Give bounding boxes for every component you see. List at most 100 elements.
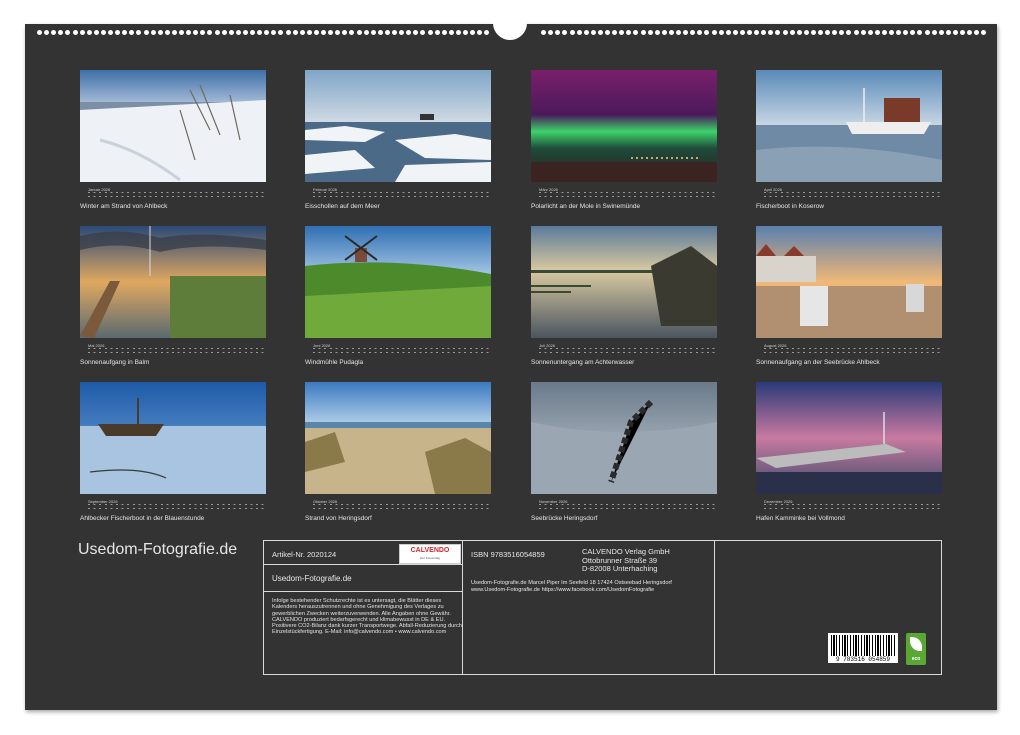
binding-hole [477, 30, 482, 35]
author-address: Usedom-Fotografie.de Marcel Piper Im See… [471, 580, 672, 587]
binding-hole [392, 30, 397, 35]
binding-hole [406, 30, 411, 35]
binding-hole [101, 30, 106, 35]
binding-hole [335, 30, 340, 35]
binding-hole [584, 30, 589, 35]
binding-hole [129, 30, 134, 35]
photo-caption: Windmühle Pudagla [305, 359, 363, 366]
photo-aurora [531, 70, 717, 182]
binding-hole [790, 30, 795, 35]
logo-subtext: Der Fotoverlag [400, 556, 460, 560]
binding-hole [428, 30, 433, 35]
binding-hole [314, 30, 319, 35]
binding-hole [868, 30, 873, 35]
binding-hole [797, 30, 802, 35]
author-info: Usedom-Fotografie.de Marcel Piper Im See… [471, 580, 672, 593]
day-grid [764, 191, 940, 199]
photo-caption: Seebrücke Heringsdorf [531, 515, 597, 522]
binding-hole [825, 30, 830, 35]
binding-hole [548, 30, 553, 35]
binding-hole [371, 30, 376, 35]
binding-hole [676, 30, 681, 35]
binding-hole [250, 30, 255, 35]
binding-hole [612, 30, 617, 35]
binding-hole [378, 30, 383, 35]
binding-hole [619, 30, 624, 35]
binding-hole [420, 30, 425, 35]
photo-caption: Sonnenuntergang am Achterwasser [531, 359, 634, 366]
binding-hole [861, 30, 866, 35]
binding-hole [144, 30, 149, 35]
binding-hole [364, 30, 369, 35]
binding-hole [804, 30, 809, 35]
binding-hole [641, 30, 646, 35]
binding-hole [456, 30, 461, 35]
photo-caption: Sonnenaufgang in Balm [80, 359, 149, 366]
binding-hole [555, 30, 560, 35]
binding-hole [151, 30, 156, 35]
binding-hole [832, 30, 837, 35]
binding-hole [484, 30, 489, 35]
binding-hole [264, 30, 269, 35]
day-grid [88, 347, 264, 355]
binding-hole [236, 30, 241, 35]
binding-hole [158, 30, 163, 35]
day-grid [313, 191, 489, 199]
binding-hole [577, 30, 582, 35]
binding-hole [854, 30, 859, 35]
day-grid [539, 347, 715, 355]
binding-hole [747, 30, 752, 35]
binding-hole [967, 30, 972, 35]
eco-label: eco [906, 656, 926, 662]
binding-hole [73, 30, 78, 35]
imprint-box: Artikel-Nr. 2020124 CALVENDO Der Fotover… [263, 540, 942, 675]
binding-hole [633, 30, 638, 35]
divider [462, 541, 463, 674]
binding-hole [207, 30, 212, 35]
binding-hole [435, 30, 440, 35]
binding-hole [925, 30, 930, 35]
calvendo-logo: CALVENDO Der Fotoverlag [399, 544, 461, 564]
binding-hole [449, 30, 454, 35]
binding-hole [974, 30, 979, 35]
binding-hole [726, 30, 731, 35]
photo-windmill [305, 226, 491, 338]
photo-caption: Fischerboot in Koserow [756, 203, 824, 210]
binding-hole [910, 30, 915, 35]
binding-hole [704, 30, 709, 35]
binding-hole [300, 30, 305, 35]
binding-hole [669, 30, 674, 35]
binding-hole [775, 30, 780, 35]
binding-hole [222, 30, 227, 35]
day-grid [88, 503, 264, 511]
binding-hole [122, 30, 127, 35]
photo-caption: Strand von Heringsdorf [305, 515, 372, 522]
binding-hole [981, 30, 986, 35]
binding-hole [385, 30, 390, 35]
binding-hole [598, 30, 603, 35]
photo-caption: Sonnenaufgang an der Seebrücke Ahlbeck [756, 359, 880, 366]
binding-hole [754, 30, 759, 35]
day-grid [313, 503, 489, 511]
barcode-number: 9 783516 054859 [828, 656, 898, 663]
binding-hole [278, 30, 283, 35]
binding-hole [328, 30, 333, 35]
day-grid [539, 191, 715, 199]
photo-seebruecke-ahlbeck [756, 226, 942, 338]
divider [714, 541, 715, 674]
binding-hole [846, 30, 851, 35]
photo-harbor-full-moon [756, 382, 942, 494]
binding-hole [357, 30, 362, 35]
binding-hole [108, 30, 113, 35]
binding-hole [87, 30, 92, 35]
photo-boat-blue-hour [80, 382, 266, 494]
binding-hole [186, 30, 191, 35]
binding-hole [541, 30, 546, 35]
binding-hole [470, 30, 475, 35]
binding-hole [257, 30, 262, 35]
photo-fishing-boat [756, 70, 942, 182]
binding-hole [626, 30, 631, 35]
binding-hole [115, 30, 120, 35]
binding-hole [165, 30, 170, 35]
binding-hole [839, 30, 844, 35]
